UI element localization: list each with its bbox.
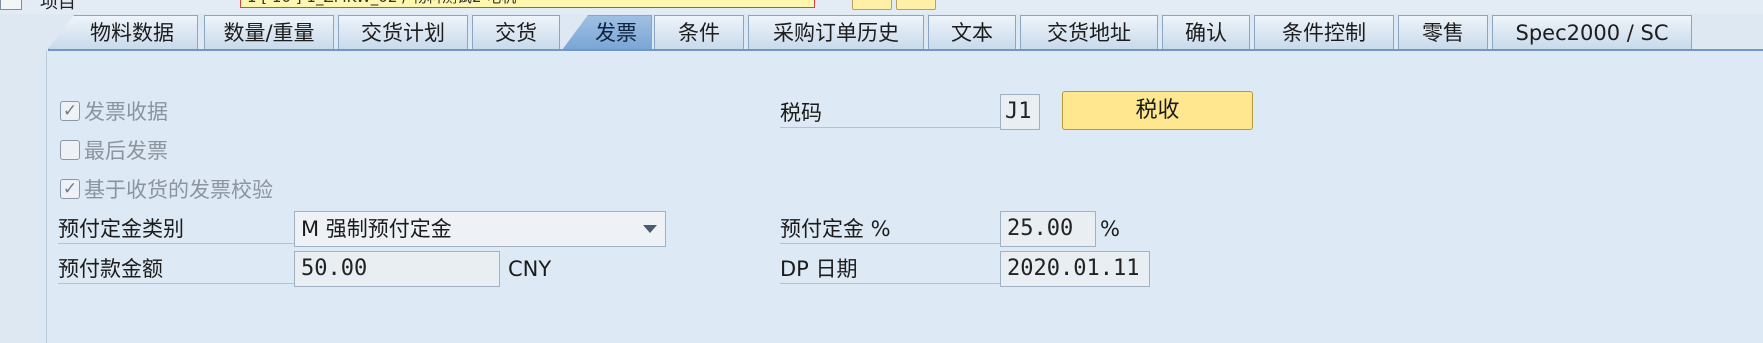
tab-12[interactable]: Spec2000 / SC [1492,15,1692,49]
item-selector-field[interactable]: 1 [ 10 ] 1_ZMKW_02 / 物料测试2 电机 [240,0,815,8]
prev-item-button[interactable] [852,0,892,10]
invoice-receipt-label: 发票收据 [84,100,168,124]
dp-date-field[interactable]: 2020.01.11 [1000,251,1150,287]
tab-5[interactable]: 条件 [654,15,744,49]
downpayment-category-select[interactable]: M 强制预付定金 [294,211,666,247]
downpayment-pct-label: 预付定金 % [780,214,1000,244]
tab-1[interactable]: 数量/重量 [204,15,334,49]
tab-0[interactable]: 物料数据 [48,15,198,49]
percent-unit-label: % [1100,217,1120,241]
header-partial-label: 项目 [40,0,76,13]
gr-based-iv-checkbox[interactable]: ✓ [60,179,80,199]
invoice-receipt-checkbox-row[interactable]: ✓ 发票收据 [60,98,168,124]
dp-date-label: DP 日期 [780,254,1000,284]
invoice-receipt-checkbox[interactable]: ✓ [60,101,80,121]
final-invoice-checkbox-row[interactable]: 最后发票 [60,137,168,163]
tab-8[interactable]: 交货地址 [1020,15,1158,49]
downpayment-category-label: 预付定金类别 [58,214,294,244]
gr-based-iv-label: 基于收货的发票校验 [84,178,273,202]
invoice-panel [46,51,1763,343]
tax-button[interactable]: 税收 [1062,91,1253,130]
tab-11[interactable]: 零售 [1398,15,1488,49]
top-strip: 项目 1 [ 10 ] 1_ZMKW_02 / 物料测试2 电机 [0,0,1763,14]
next-item-button[interactable] [896,0,936,10]
tab-strip: 物料数据 数量/重量 交货计划 交货 发票 条件 采购订单历史 文本 交货地址 确认 条件控制 零售 S… [48,15,1763,50]
tab-6[interactable]: 采购订单历史 [748,15,924,49]
tab-4[interactable]: 发票 [562,15,652,50]
tax-code-label: 税码 [780,98,1000,128]
gr-based-iv-checkbox-row[interactable]: ✓ 基于收货的发票校验 [60,176,273,202]
downpayment-amount-field[interactable]: 50.00 [294,251,500,287]
final-invoice-checkbox[interactable] [60,140,80,160]
downpayment-amount-label: 预付款金额 [58,254,294,284]
tab-10[interactable]: 条件控制 [1254,15,1394,49]
item-icon[interactable] [0,0,22,10]
currency-label: CNY [508,257,552,281]
tax-code-field[interactable]: J1 [1000,94,1040,130]
tab-3[interactable]: 交货 [472,15,560,49]
final-invoice-label: 最后发票 [84,139,168,163]
chevron-down-icon[interactable] [643,225,657,233]
tab-7[interactable]: 文本 [928,15,1016,49]
downpayment-category-value: M 强制预付定金 [301,217,452,241]
tab-2[interactable]: 交货计划 [338,15,468,49]
downpayment-pct-field[interactable]: 25.00 [1000,211,1096,247]
tab-9[interactable]: 确认 [1162,15,1250,49]
